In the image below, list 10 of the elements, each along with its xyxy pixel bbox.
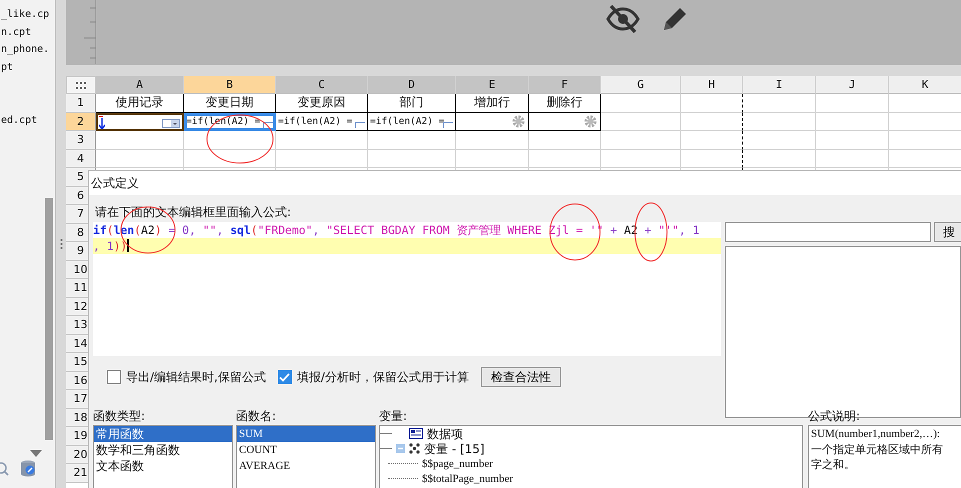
dialog-title: 公式定义 [89, 171, 961, 195]
checkbox-label: 导出/编辑结果时,保留公式 [126, 368, 266, 386]
checkbox-label: 填报/分析时，保留公式用于计算 [296, 368, 469, 386]
function-types-label: 函数类型: [93, 408, 146, 425]
description-text: SUM(number1,number2,…): [811, 427, 941, 442]
formula-description-label: 公式说明: [808, 408, 862, 425]
variables-label: 变量: [379, 408, 408, 425]
description-text: 一个指定单元格区域中所有 [811, 442, 944, 457]
function-names-label: 函数名: [236, 408, 278, 425]
description-text: 字之和。 [811, 457, 856, 472]
